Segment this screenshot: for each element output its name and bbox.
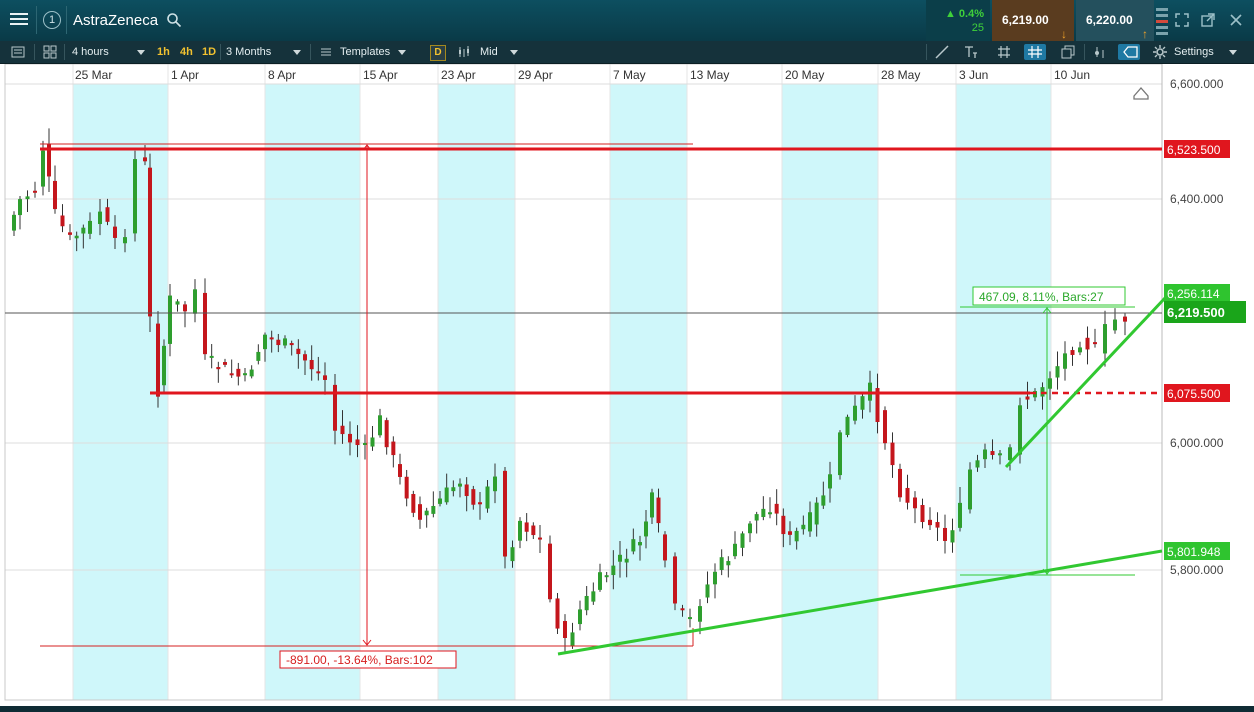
instrument-title[interactable]: AstraZeneca [73,12,158,29]
divider [66,6,67,34]
date-label: 13 May [690,68,729,82]
date-label: 25 Mar [75,68,112,82]
date-label: 29 Apr [518,68,553,82]
crosshair-icon[interactable] [1024,44,1046,60]
text-tool-icon[interactable] [962,44,978,60]
sell-button[interactable]: 6,219.00 ↓ [992,0,1074,41]
buy-button[interactable]: 6,220.00 ↑ [1076,0,1154,41]
quick-1h-button[interactable]: 1h [157,41,170,63]
chevron-down-icon[interactable] [1229,50,1237,55]
date-label: 20 May [785,68,824,82]
quick-4h-button[interactable]: 4h [180,41,193,63]
quick-1d-button[interactable]: 1D [202,41,216,63]
d-toggle[interactable]: D [430,45,446,61]
chevron-down-icon [509,49,518,55]
divider [220,44,221,60]
menu-icon[interactable] [8,10,30,32]
divider [34,44,35,60]
depth-bars-icon[interactable] [1156,6,1168,36]
range-dropdown[interactable]: 3 Months [226,41,302,63]
bottom-border [0,706,1254,712]
list-icon[interactable] [10,44,26,60]
vertical-gridlines [72,64,1052,700]
chevron-down-icon [136,49,145,55]
search-icon[interactable] [166,12,182,28]
up-triangle-icon: ▲ [944,8,956,20]
divider [310,44,311,60]
sell-price: 6,219.00 [1002,13,1049,27]
line-draw-icon[interactable] [934,44,950,60]
templates-dropdown[interactable]: Templates [340,41,407,63]
price-tick-label: 5,800.000 [1170,563,1224,577]
gear-icon[interactable] [1152,44,1168,60]
date-label: 7 May [613,68,646,82]
close-icon[interactable] [1228,12,1244,28]
price-tick-label: 6,000.000 [1170,436,1224,450]
chart-area[interactable]: 25 Mar 1 Apr 8 Apr 15 Apr 23 Apr 29 Apr … [0,64,1254,712]
range-value: 3 Months [226,46,272,58]
price-change: ▲ 0.4% 25 [926,0,990,41]
date-label: 1 Apr [171,68,199,82]
measure-up-label: 467.09, 8.11%, Bars:27 [979,290,1104,304]
label-tag-icon[interactable] [1118,44,1140,60]
buy-price: 6,220.00 [1086,13,1133,27]
price-tick-label: 6,400.000 [1170,192,1224,206]
popout-icon[interactable] [1200,12,1216,28]
indicator-icon[interactable] [1092,44,1108,60]
divider [36,6,37,34]
price-tick-label: 6,600.000 [1170,77,1224,91]
date-label: 10 Jun [1054,68,1090,82]
layers-icon[interactable] [1060,44,1076,60]
divider [1084,44,1085,60]
templates-icon [321,48,331,56]
price-type-value: Mid [480,46,498,58]
interval-dropdown[interactable]: 4 hours [72,41,145,63]
date-label: 3 Jun [959,68,988,82]
price-type-dropdown[interactable]: Mid [480,41,518,63]
expand-icon[interactable] [1174,12,1190,28]
chevron-down-icon [398,49,407,55]
layout-icon[interactable] [42,44,58,60]
top-bar: 1 AstraZeneca ▲ 0.4% 25 6,219.00 ↓ 6,220… [0,0,1254,42]
divider [64,44,65,60]
date-axis: 25 Mar 1 Apr 8 Apr 15 Apr 23 Apr 29 Apr … [75,68,1090,82]
price-tag-current-label: 6,219.500 [1167,305,1225,320]
templates-label: Templates [340,46,391,58]
date-label: 23 Apr [441,68,476,82]
price-chart[interactable]: 25 Mar 1 Apr 8 Apr 15 Apr 23 Apr 29 Apr … [0,64,1254,712]
grid-icon[interactable] [996,44,1012,60]
link-group-badge[interactable]: 1 [43,11,61,29]
settings-button[interactable]: Settings [1174,41,1214,63]
price-tag-mid-label: 6,075.500 [1167,387,1221,401]
interval-value: 4 hours [72,46,109,58]
change-points: 25 [971,22,984,34]
measure-down-label: -891.00, -13.64%, Bars:102 [286,653,433,667]
date-label: 28 May [881,68,920,82]
chart-toolbar: 4 hours 1h 4h 1D 3 Months Templates D Mi… [0,41,1254,64]
date-label: 8 Apr [268,68,296,82]
price-tag-high-label: 6,523.500 [1167,143,1221,157]
price-tag-trend-top-label: 6,256.114 [1167,287,1220,301]
candles-icon [459,46,469,57]
divider [926,44,927,60]
change-percent: 0.4% [958,8,984,20]
chevron-down-icon [293,49,302,55]
home-icon[interactable] [1133,87,1149,100]
date-label: 15 Apr [363,68,398,82]
price-tag-trend-bottom-label: 5,801.948 [1167,545,1221,559]
